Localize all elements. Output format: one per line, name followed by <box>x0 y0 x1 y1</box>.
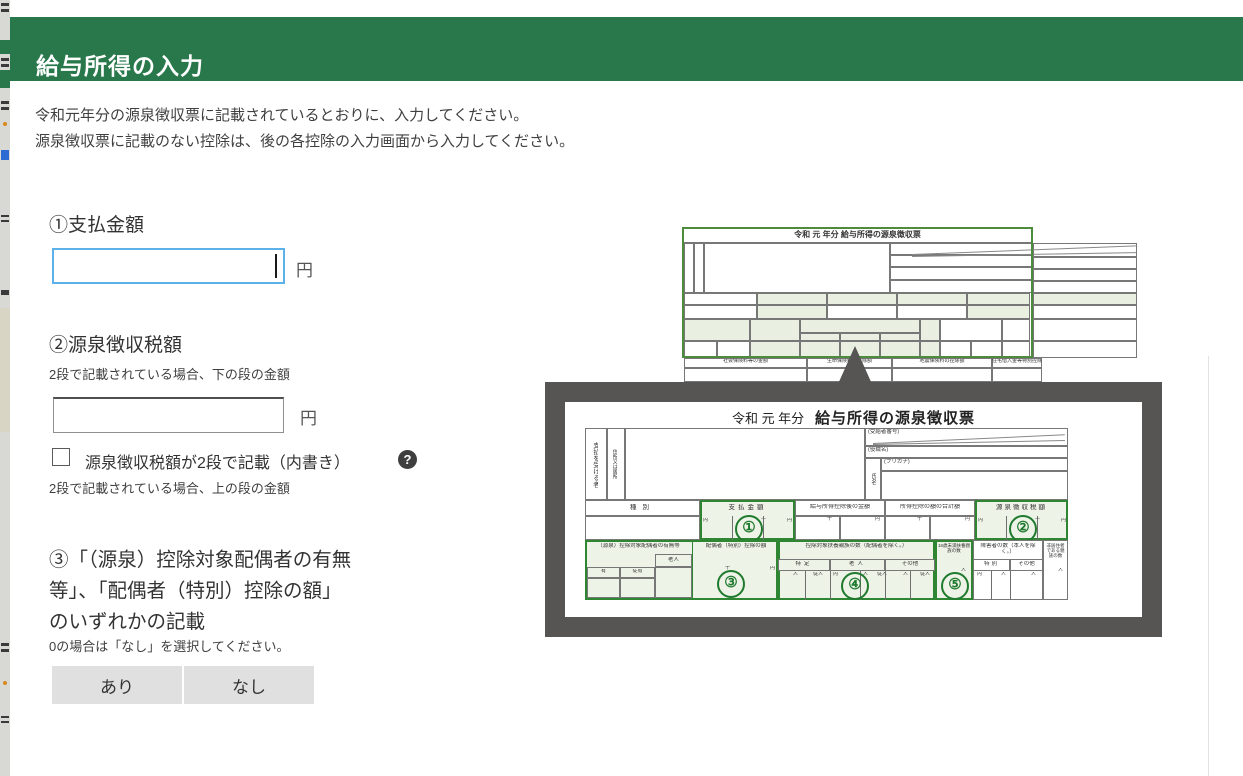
page-header-bar: 給与所得の入力 <box>10 17 1243 81</box>
withholding-tax-unit: 円 <box>300 404 317 429</box>
withholding-slip-thumbnail: 令和 元 年分 給与所得の源泉徴収票 <box>682 227 1137 382</box>
payment-amount-unit: 円 <box>296 256 313 281</box>
slip-payer-label: 支払を受ける者 <box>591 434 598 496</box>
intro-line-1: 令和元年分の源泉徴収票に記載されているとおりに、入力してください。 <box>35 104 528 125</box>
slip-number-4: ④ <box>841 572 869 600</box>
magnifier-frame: 令和 元 年分 給与所得の源泉徴収票 支払を受ける者 住所又は居所 (受給者番号… <box>545 382 1162 637</box>
content-divider <box>1208 356 1209 776</box>
spouse-label-line-3: のいずれかの記載 <box>49 605 205 634</box>
slip-thumb-highlight <box>682 227 1033 358</box>
two-row-notation-note: 2段で記載されている場合、上の段の金額 <box>49 478 290 497</box>
slip-number-1: ① <box>735 515 763 543</box>
two-row-notation-label: 源泉徴収税額が2段で記載（内書き） <box>85 449 350 473</box>
magnifier-pointer <box>838 346 872 384</box>
slip-spouse-box-label: （源泉）控除対象配偶者の有無等 <box>587 543 690 549</box>
slip-thumb-footer-2: 地震保険料の控除額 <box>892 359 992 365</box>
slip-thumb-footer-0: 社会保険料等の金額 <box>684 359 807 365</box>
slip-disabled-label: 障害者の数（本人を除く。） <box>975 543 1041 556</box>
slip-title: 令和 元 年分 給与所得の源泉徴収票 <box>565 407 1142 428</box>
two-row-notation-checkbox[interactable] <box>52 448 70 466</box>
text-cursor <box>275 254 277 278</box>
salary-income-entry-page: 給与所得の入力 令和元年分の源泉徴収票に記載されているとおりに、入力してください… <box>0 0 1243 776</box>
slip-address-label: 住所又は居所 <box>611 432 617 496</box>
slip-recipient-no: (受給者番号) <box>868 429 899 435</box>
slip-number-3: ③ <box>717 570 745 598</box>
slip-col-after-deduction: 給与所得控除後の金額 <box>795 504 885 511</box>
withholding-tax-note: 2段で記載されている場合、下の段の金額 <box>49 364 290 383</box>
slip-col-total-deduction: 所得控除の額の合計額 <box>885 504 975 511</box>
slip-col-type: 種別 <box>585 504 700 511</box>
slip-name-label: 氏名 <box>869 462 876 496</box>
slip-col-payment: 支払金額 <box>700 504 795 511</box>
intro-line-2: 源泉徴収票に記載のない控除は、後の各控除の入力画面から入力してください。 <box>35 130 574 151</box>
payment-amount-input[interactable] <box>52 248 285 284</box>
page-title: 給与所得の入力 <box>36 34 204 98</box>
payment-amount-label: ①支払金額 <box>49 210 144 237</box>
help-icon[interactable]: ? <box>398 450 417 469</box>
spouse-note: 0の場合は「なし」を選択してください。 <box>49 636 289 655</box>
slip-number-5: ⑤ <box>941 572 969 600</box>
spouse-label-line-1: ③「（源泉）控除対象配偶者の有無 <box>49 543 351 572</box>
slip-under16-label: 16歳未満扶養親族の数 <box>937 543 971 553</box>
slip-spouse-deduction-label: 配偶者（特別）控除の額 <box>694 543 778 549</box>
page-edge-artifacts <box>0 0 10 776</box>
withholding-slip-enlarged: 令和 元 年分 給与所得の源泉徴収票 支払を受ける者 住所又は居所 (受給者番号… <box>565 402 1142 617</box>
slip-role-label: (役職名) <box>868 447 888 453</box>
spouse-yes-button[interactable]: あり <box>52 666 182 704</box>
slip-thumb-footer-3: 住宅借入金等特別控除の額 <box>992 359 1042 365</box>
spouse-label-line-2: 等」、「配偶者（特別）控除の額」 <box>49 574 342 603</box>
slip-title-main: 給与所得の源泉徴収票 <box>815 410 975 427</box>
slip-era: 令和 元 年分 <box>732 411 804 426</box>
spouse-no-button[interactable]: なし <box>184 666 314 704</box>
slip-dependents-label: 控除対象扶養親族の数（配偶者を除く。） <box>780 543 933 549</box>
slip-nonresident-label: 非居住者である親族の数 <box>1045 543 1066 559</box>
withholding-tax-input[interactable] <box>53 397 284 433</box>
withholding-tax-label: ②源泉徴収税額 <box>49 330 182 357</box>
slip-furigana-label: (フリガナ) <box>884 459 910 465</box>
slip-number-2: ② <box>1009 515 1037 543</box>
slip-col-withholding: 源泉徴収税額 <box>975 504 1068 511</box>
